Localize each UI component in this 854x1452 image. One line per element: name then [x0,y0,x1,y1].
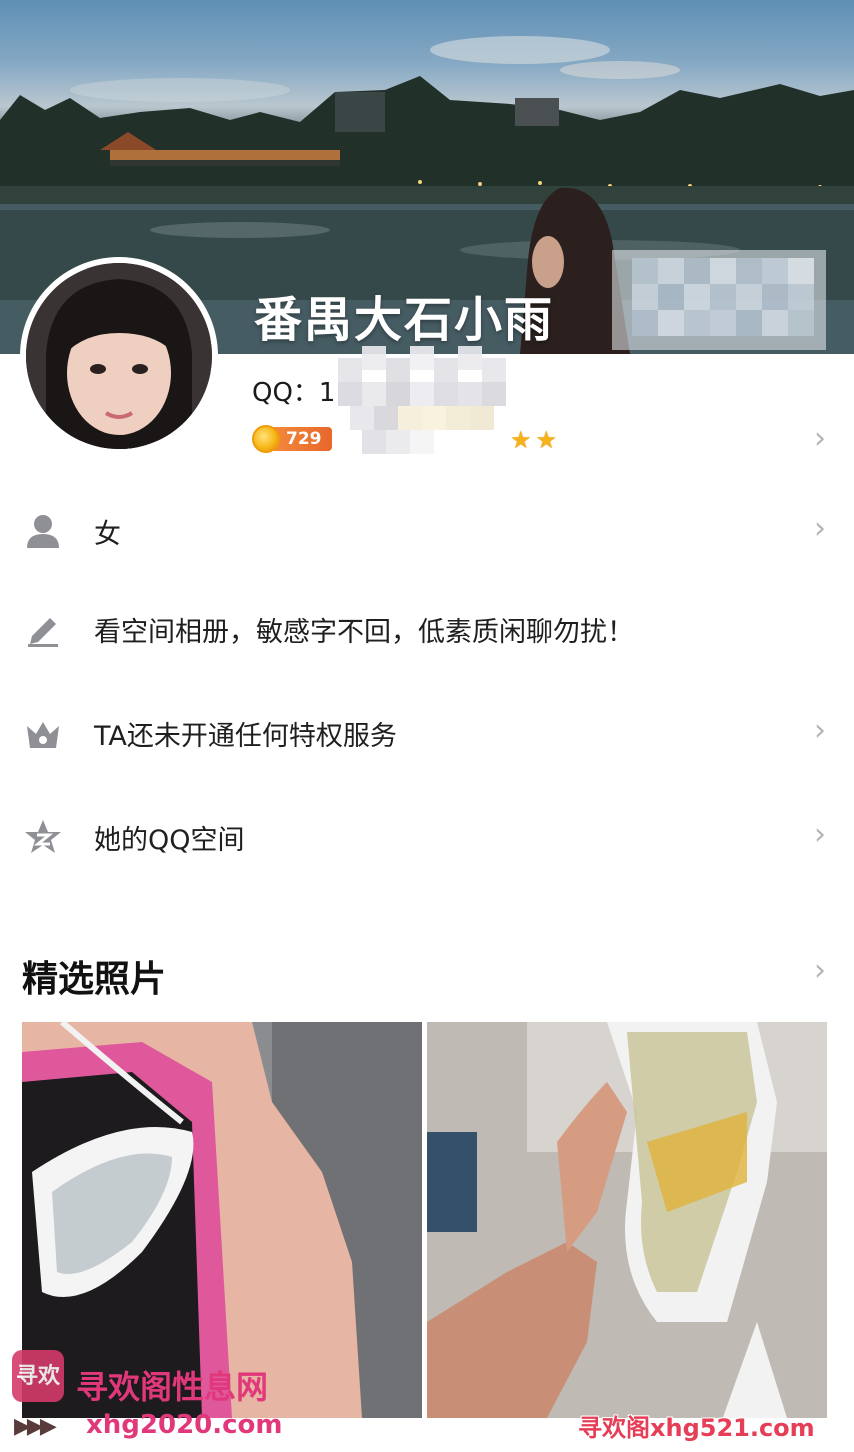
chevron-right-icon: › [814,817,826,852]
avatar[interactable] [20,257,218,455]
gender-label: 女 [94,519,121,550]
chevron-right-icon: › [814,713,826,748]
qq-number: QQ：1 [252,378,336,408]
row-gender[interactable]: 女 › [0,490,854,570]
mosaic-redaction [338,338,528,466]
signature-text: 看空间相册，敏感字不回，低素质闲聊勿扰！ [94,617,634,648]
featured-photos-title: 精选照片 [22,959,167,1000]
chevron-right-icon: › [814,511,826,546]
level-badge: 729 [252,424,332,454]
qzone-star-icon [24,818,62,856]
watermark-logo: 寻欢 [12,1350,64,1402]
qzone-label: 她的QQ空间 [94,825,245,856]
profile-nickname: 番禺大石小雨 [254,292,555,348]
avatar-image [26,263,212,449]
row-privileges[interactable]: TA还未开通任何特权服务 › [0,692,854,772]
privileges-label: TA还未开通任何特权服务 [94,721,397,752]
person-icon [24,512,62,550]
crown-icon [24,714,62,752]
row-signature[interactable]: 看空间相册，敏感字不回，低素质闲聊勿扰！ [0,588,854,668]
row-qzone[interactable]: 她的QQ空间 › [0,796,854,876]
star-icon: ★ [535,426,558,454]
mosaic-redaction [612,250,826,350]
profile-chevron-icon[interactable]: › [814,424,826,454]
photo-goggles-shoulder[interactable] [22,1022,422,1418]
pencil-icon [24,610,62,648]
coin-icon [252,425,280,453]
photo-goggles-hand[interactable] [427,1022,827,1418]
watermark-site-name: 寻欢阁性息网 [76,1368,269,1406]
watermark-url-right: 寻欢阁xhg521.com [578,1414,815,1442]
watermark-url: xhg2020.com [86,1410,283,1440]
watermark-arrow-icon: ▶▶▶ [14,1414,57,1439]
featured-photos-chevron-icon[interactable]: › [814,956,826,986]
